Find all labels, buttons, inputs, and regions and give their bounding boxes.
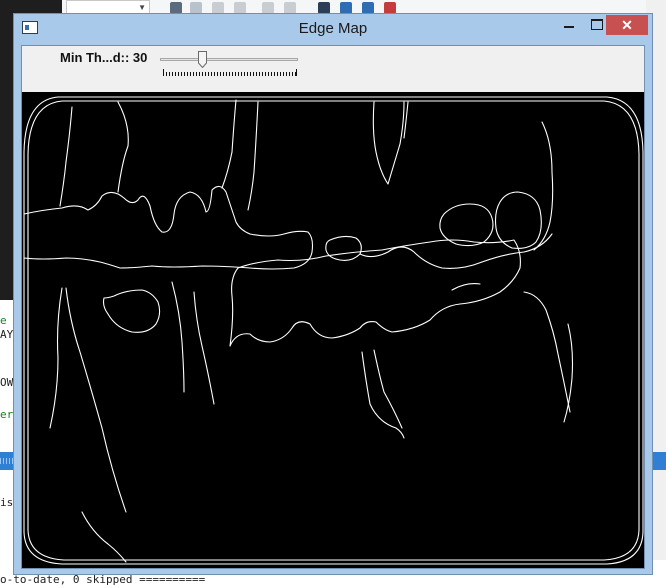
editor-text: er <box>0 408 14 421</box>
trackbar-ticks <box>163 69 297 76</box>
minimize-icon <box>564 26 574 28</box>
edge-contour <box>533 121 554 251</box>
edge-contour <box>361 351 405 439</box>
editor-text: is <box>0 496 14 509</box>
edge-contour <box>494 191 542 249</box>
edge-contour <box>403 101 409 139</box>
edge-contour <box>23 185 314 270</box>
edge-map-image <box>22 92 644 568</box>
edge-contour <box>49 287 63 429</box>
trackbar-thumb[interactable] <box>198 51 207 68</box>
trackbar-panel: Min Th...d:: 30 <box>22 46 644 92</box>
edge-contour <box>451 283 481 291</box>
close-icon: ✕ <box>621 17 633 33</box>
edge-contour <box>102 289 161 333</box>
editor-text: e <box>0 314 7 327</box>
window-client-area: Min Th...d:: 30 <box>21 45 645 569</box>
edge-contour <box>193 291 215 405</box>
edge-contour <box>247 101 259 211</box>
edge-contour <box>23 96 644 565</box>
edge-contour <box>359 233 553 269</box>
trackbar-label: Min Th...d:: 30 <box>60 50 148 65</box>
edge-contour <box>81 511 127 563</box>
chevron-down-icon: ▼ <box>138 3 146 12</box>
edge-map-window: Edge Map ✕ Min Th...d:: 30 <box>13 13 653 575</box>
edge-contour <box>27 100 640 561</box>
maximize-icon <box>591 19 603 30</box>
edge-contour <box>117 101 129 193</box>
edge-contour <box>171 281 185 393</box>
edge-contour <box>439 203 494 247</box>
edge-contour <box>563 323 574 423</box>
edge-contour <box>372 101 405 185</box>
edge-contour <box>523 291 571 413</box>
edge-contour <box>65 287 127 513</box>
edge-contour <box>325 235 362 261</box>
trackbar-track[interactable] <box>160 58 298 61</box>
title-bar[interactable]: Edge Map ✕ <box>14 14 652 45</box>
editor-text: AY <box>0 328 14 341</box>
edge-contour <box>59 106 73 207</box>
edge-contour <box>221 99 237 189</box>
close-button[interactable]: ✕ <box>606 15 648 35</box>
minimize-button[interactable] <box>555 15 583 35</box>
